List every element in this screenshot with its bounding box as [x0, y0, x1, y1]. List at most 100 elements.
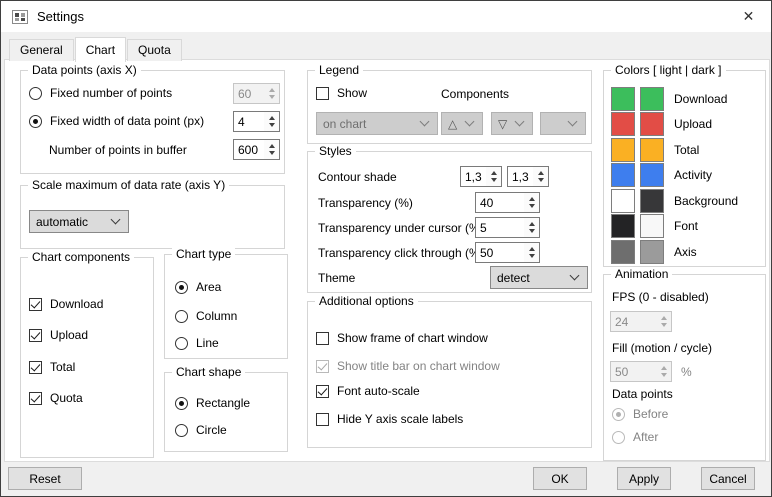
close-icon[interactable]: ✕	[726, 1, 771, 32]
group-title: Scale maximum of data rate (axis Y)	[28, 178, 230, 192]
spin-up-icon[interactable]	[268, 116, 275, 120]
spin-down-icon[interactable]	[537, 178, 544, 182]
buffer-spinner[interactable]: 600	[233, 139, 280, 160]
spin-up-icon[interactable]	[528, 222, 535, 226]
color-row-activity: Activity	[604, 163, 712, 187]
apply-button[interactable]: Apply	[617, 467, 671, 490]
click-through-spinner[interactable]: 50	[475, 242, 540, 263]
reset-button[interactable]: Reset	[8, 467, 82, 490]
color-swatch-light[interactable]	[611, 189, 635, 213]
checkbox-show-frame[interactable]: Show frame of chart window	[316, 331, 488, 345]
radio-area[interactable]: Area	[175, 280, 221, 294]
spin-down-icon[interactable]	[268, 123, 275, 127]
radio-rectangle[interactable]: Rectangle	[175, 396, 250, 410]
checkbox-total[interactable]: Total	[29, 360, 75, 374]
spin-down-icon[interactable]	[528, 254, 535, 258]
radio-after: After	[612, 430, 658, 444]
color-label: Download	[674, 92, 728, 106]
spin-down-icon[interactable]	[268, 151, 275, 155]
spin-down-icon[interactable]	[490, 178, 497, 182]
spin-up-icon[interactable]	[528, 247, 535, 251]
spin-up-icon[interactable]	[490, 171, 497, 175]
spin-down-icon[interactable]	[528, 229, 535, 233]
color-row-download: Download	[604, 87, 727, 111]
spinner-value[interactable]: 50	[476, 243, 524, 262]
radio-before: Before	[612, 407, 668, 421]
radio-label: Circle	[196, 423, 227, 437]
color-swatch-dark[interactable]	[640, 138, 664, 162]
spin-up-icon[interactable]	[268, 144, 275, 148]
checkbox-box	[316, 359, 329, 373]
checkbox-label: Download	[50, 297, 104, 311]
tab-chart[interactable]: Chart	[74, 37, 127, 62]
color-swatch-light[interactable]	[611, 87, 635, 111]
fill-label: Fill (motion / cycle)	[612, 341, 713, 355]
spin-down-icon[interactable]	[528, 204, 535, 208]
color-swatch-light[interactable]	[611, 214, 635, 238]
spinner-buttons	[524, 193, 539, 212]
color-swatch-dark[interactable]	[640, 87, 664, 111]
spin-up-icon[interactable]	[537, 171, 544, 175]
spinner-value[interactable]: 40	[476, 193, 524, 212]
ok-button[interactable]: OK	[533, 467, 587, 490]
color-label: Upload	[674, 117, 713, 131]
chevron-down-icon	[569, 270, 580, 281]
spinner-value[interactable]: 1,3	[461, 167, 486, 186]
spin-up-icon[interactable]	[528, 197, 535, 201]
percent-label: %	[681, 365, 692, 379]
radio-circle	[175, 423, 188, 437]
checkbox-show-legend[interactable]: Show	[316, 86, 367, 100]
theme-select[interactable]: detect	[490, 266, 588, 289]
checkbox-font-autoscale[interactable]: Font auto-scale	[316, 384, 420, 398]
radio-circle-option[interactable]: Circle	[175, 423, 227, 437]
contour-shade-spinner-1[interactable]: 1,3	[460, 166, 502, 187]
color-swatch-dark[interactable]	[640, 112, 664, 136]
legend-placement-select: on chart	[316, 112, 438, 135]
radio-fixed-number[interactable]: Fixed number of points	[29, 86, 172, 100]
spinner-value[interactable]: 600	[234, 140, 264, 159]
spinner-buttons	[524, 218, 539, 237]
radio-column[interactable]: Column	[175, 309, 237, 323]
under-cursor-spinner[interactable]: 5	[475, 217, 540, 238]
color-swatch-dark[interactable]	[640, 214, 664, 238]
group-legend: Legend Show Components on chart △ ▽	[307, 63, 592, 144]
group-chart-type: Chart type Area Column Line	[164, 247, 288, 359]
cancel-button[interactable]: Cancel	[701, 467, 755, 490]
color-swatch-dark[interactable]	[640, 189, 664, 213]
color-swatch-light[interactable]	[611, 240, 635, 264]
tab-general[interactable]: General	[9, 39, 74, 61]
radio-line[interactable]: Line	[175, 336, 219, 350]
group-chart-shape: Chart shape Rectangle Circle	[164, 365, 288, 452]
spinner-buttons	[486, 167, 501, 186]
radio-circle	[175, 336, 188, 350]
checkbox-download[interactable]: Download	[29, 297, 103, 311]
title-bar: Settings ✕	[1, 1, 771, 32]
color-swatch-dark[interactable]	[640, 240, 664, 264]
transparency-spinner[interactable]: 40	[475, 192, 540, 213]
color-label: Background	[674, 194, 739, 208]
checkbox-box	[29, 328, 42, 342]
tab-quota[interactable]: Quota	[127, 39, 182, 61]
checkbox-quota[interactable]: Quota	[29, 391, 83, 405]
radio-fixed-width[interactable]: Fixed width of data point (px)	[29, 114, 204, 128]
color-swatch-dark[interactable]	[640, 163, 664, 187]
checkbox-box	[316, 86, 329, 100]
color-swatch-light[interactable]	[611, 163, 635, 187]
spinner-value[interactable]: 1,3	[508, 167, 533, 186]
color-label: Font	[674, 219, 699, 233]
spin-down-icon	[660, 373, 667, 377]
checkbox-hide-y-labels[interactable]: Hide Y axis scale labels	[316, 412, 463, 426]
spinner-value[interactable]: 4	[234, 112, 264, 131]
scale-max-select[interactable]: automatic	[29, 210, 129, 233]
contour-shade-spinner-2[interactable]: 1,3	[507, 166, 549, 187]
fixed-width-spinner[interactable]: 4	[233, 111, 280, 132]
group-styles: Styles Contour shade 1,3 1,3 Transparenc…	[307, 144, 592, 293]
color-row-background: Background	[604, 189, 738, 213]
checkbox-label: Hide Y axis scale labels	[337, 412, 464, 426]
spinner-buttons	[264, 84, 279, 103]
radio-label: Fixed width of data point (px)	[50, 114, 205, 128]
spinner-value[interactable]: 5	[476, 218, 524, 237]
color-swatch-light[interactable]	[611, 112, 635, 136]
color-swatch-light[interactable]	[611, 138, 635, 162]
checkbox-upload[interactable]: Upload	[29, 328, 88, 342]
